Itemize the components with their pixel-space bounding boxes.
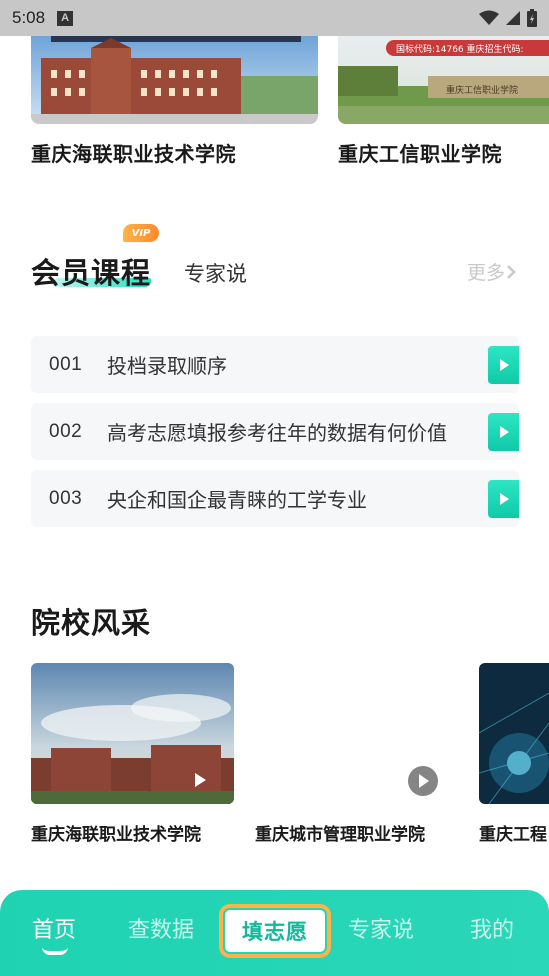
college-photo <box>31 36 318 124</box>
tab-member-courses[interactable]: 会员课程 <box>31 250 151 292</box>
nav-experts[interactable]: 专家说 <box>348 912 414 944</box>
signal-icon <box>506 11 520 25</box>
course-list: 001 投档录取顺序 002 高考志愿填报参考往年的数据有何价值 003 央企和… <box>31 336 519 537</box>
video-card[interactable]: 重庆海联职业技术学院 <box>31 663 234 845</box>
course-number: 001 <box>49 353 83 375</box>
college-gate-text: 重庆工信职业学院 <box>446 86 519 96</box>
play-icon <box>499 426 509 438</box>
play-icon <box>499 359 509 371</box>
play-button[interactable] <box>488 413 519 451</box>
play-button[interactable] <box>488 346 519 384</box>
bottom-navigation: 首页 查数据 填志愿 专家说 我的 <box>0 890 549 976</box>
course-title: 高考志愿填报参考往年的数据有何价值 <box>107 421 447 445</box>
more-link[interactable]: 更多 <box>467 258 517 285</box>
video-thumbnail <box>255 663 458 804</box>
active-nav-indicator <box>42 947 68 955</box>
status-icons <box>479 9 537 27</box>
college-photo: 国标代码:14766 重庆招生代码: 重庆工信职业学院 <box>338 36 549 124</box>
play-icon <box>419 774 429 788</box>
list-item[interactable]: 003 央企和国企最青睐的工学专业 <box>31 470 519 527</box>
play-button[interactable] <box>408 766 438 796</box>
list-item[interactable]: 001 投档录取顺序 <box>31 336 519 393</box>
video-college-name: 重庆海联职业技术学院 <box>31 825 201 845</box>
status-bar: 5:08 A <box>0 0 549 36</box>
college-name: 重庆工信职业学院 <box>338 142 502 166</box>
video-college-name: 重庆城市管理职业学院 <box>255 825 425 845</box>
play-button[interactable] <box>488 480 519 518</box>
video-card[interactable]: 重庆城市管理职业学院 <box>255 663 458 845</box>
play-icon <box>499 493 509 505</box>
vip-badge: VIP <box>123 224 159 242</box>
video-thumbnail <box>31 663 234 804</box>
college-card[interactable]: 重庆海联职业技术学院 <box>31 36 318 167</box>
college-card[interactable]: 国标代码:14766 重庆招生代码: 重庆工信职业学院 重庆工信职业学院 <box>338 36 549 167</box>
battery-icon <box>527 9 537 27</box>
video-card[interactable]: 重庆工程 <box>479 663 549 845</box>
nav-fill-volunteer-button[interactable]: 填志愿 <box>222 907 328 955</box>
course-number: 003 <box>49 487 83 509</box>
nav-data[interactable]: 查数据 <box>128 912 194 944</box>
chevron-right-icon <box>507 264 516 279</box>
video-thumbnail <box>479 663 549 804</box>
list-item[interactable]: 002 高考志愿填报参考往年的数据有何价值 <box>31 403 519 460</box>
section-title: 院校风采 <box>31 606 152 640</box>
notification-icon: A <box>57 10 74 26</box>
member-section-header: 会员课程 专家说 更多 <box>31 250 521 296</box>
more-label: 更多 <box>466 262 505 284</box>
college-name: 重庆海联职业技术学院 <box>31 142 236 166</box>
video-college-name: 重庆工程 <box>479 825 547 845</box>
tab-experts[interactable]: 专家说 <box>184 258 247 288</box>
nav-center-label: 填志愿 <box>242 919 308 944</box>
nav-mine[interactable]: 我的 <box>470 912 514 944</box>
course-title: 投档录取顺序 <box>107 354 227 378</box>
course-title: 央企和国企最青睐的工学专业 <box>107 488 367 512</box>
wifi-icon <box>479 10 499 25</box>
play-icon <box>195 773 206 787</box>
college-banner-text: 国标代码:14766 重庆招生代码: <box>396 45 524 55</box>
course-number: 002 <box>49 420 83 442</box>
nav-home[interactable]: 首页 <box>32 912 76 944</box>
status-time: 5:08 <box>12 8 46 27</box>
